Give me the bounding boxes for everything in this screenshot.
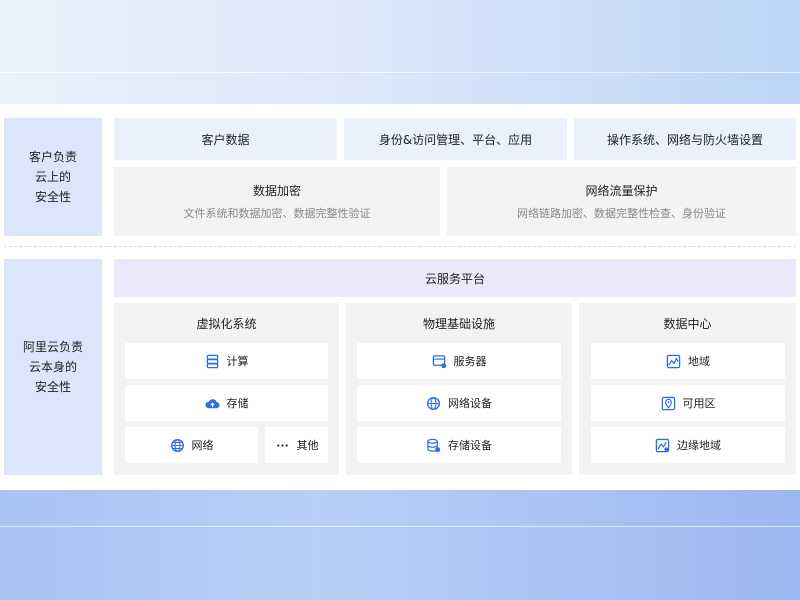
server-label: 服务器 (453, 355, 487, 368)
data-encryption-title: 数据加密 (252, 184, 301, 198)
top-background-band (0, 0, 800, 104)
aliyun-responsibility-label: 阿里云负责 云本身的 安全性 (4, 259, 102, 475)
data-center-title: 数据中心 (663, 317, 712, 331)
traffic-protection-box: 网络流量保护 网络链路加密、数据完整性检查、身份验证 (447, 167, 796, 236)
zone-label: 可用区 (682, 397, 716, 410)
physical-item-server: 服务器 (357, 343, 561, 379)
cloud-platform-box: 云服务平台 (114, 259, 796, 297)
region-map-icon (666, 354, 681, 368)
os-network-label: 操作系统、网络与防火墙设置 (606, 132, 763, 147)
cloud-upload-icon (205, 398, 220, 408)
globe-icon (170, 438, 184, 452)
network-label: 网络 (191, 439, 214, 452)
section-divider (4, 246, 796, 247)
traffic-protection-title: 网络流量保护 (585, 184, 658, 198)
zone-pin-icon (661, 396, 675, 410)
database-icon (427, 438, 441, 452)
aliyun-label-line-3: 安全性 (34, 380, 71, 394)
iam-label: 身份&访问管理、平台、应用 (378, 132, 533, 147)
data-encryption-desc: 文件系统和数据加密、数据完整性验证 (183, 207, 371, 220)
os-network-box: 操作系统、网络与防火墙设置 (574, 118, 796, 160)
cloud-platform-label: 云服务平台 (424, 271, 485, 286)
globe-icon (427, 396, 440, 410)
server-icon (432, 354, 446, 368)
edge-region-label: 边缘地域 (677, 439, 721, 452)
customer-responsibility-label: 客户负责 云上的 安全性 (4, 118, 102, 236)
data-encryption-box: 数据加密 文件系统和数据加密、数据完整性验证 (114, 167, 440, 236)
physical-item-network-device: 网络设备 (357, 385, 561, 421)
datacenter-item-region: 地域 (591, 343, 785, 379)
aliyun-label-line-2: 云本身的 (28, 360, 77, 374)
customer-label-line-3: 安全性 (34, 190, 71, 204)
customer-label-line-2: 云上的 (34, 170, 71, 184)
physical-item-storage-device: 存储设备 (357, 427, 561, 463)
customer-label-line-1: 客户负责 (28, 150, 77, 164)
customer-data-label: 客户数据 (201, 132, 250, 147)
virtualization-title: 虚拟化系统 (196, 317, 257, 331)
virtualization-item-other: 其他 (265, 427, 328, 463)
more-dots-icon (276, 443, 288, 447)
virtualization-item-storage: 存储 (125, 385, 328, 421)
physical-infrastructure-column: 物理基础设施 服务器 网络设备 存储设备 (346, 303, 572, 475)
storage-device-label: 存储设备 (448, 439, 492, 452)
customer-data-box: 客户数据 (114, 118, 337, 160)
datacenter-item-zone: 可用区 (591, 385, 785, 421)
data-center-column: 数据中心 地域 可用区 边缘地域 (579, 303, 796, 475)
physical-infrastructure-title: 物理基础设施 (422, 317, 495, 331)
server-stack-icon (206, 354, 218, 368)
region-label: 地域 (688, 355, 710, 368)
other-label: 其他 (296, 439, 319, 452)
iam-box: 身份&访问管理、平台、应用 (344, 118, 567, 160)
virtualization-column: 虚拟化系统 计算 存储 网络 其他 (114, 303, 339, 475)
network-device-label: 网络设备 (448, 397, 492, 410)
virtualization-item-compute: 计算 (125, 343, 328, 379)
edge-map-icon (655, 438, 670, 452)
security-responsibility-diagram: 客户负责 云上的 安全性 客户数据 身份&访问管理、平台、应用 操作系统、网络与… (0, 104, 800, 490)
traffic-protection-desc: 网络链路加密、数据完整性检查、身份验证 (517, 207, 726, 220)
virtualization-item-network: 网络 (125, 427, 258, 463)
compute-label: 计算 (226, 355, 249, 368)
bottom-background-band (0, 490, 800, 600)
datacenter-item-edge-region: 边缘地域 (591, 427, 785, 463)
aliyun-label-line-1: 阿里云负责 (22, 340, 83, 354)
storage-label: 存储 (226, 397, 249, 410)
